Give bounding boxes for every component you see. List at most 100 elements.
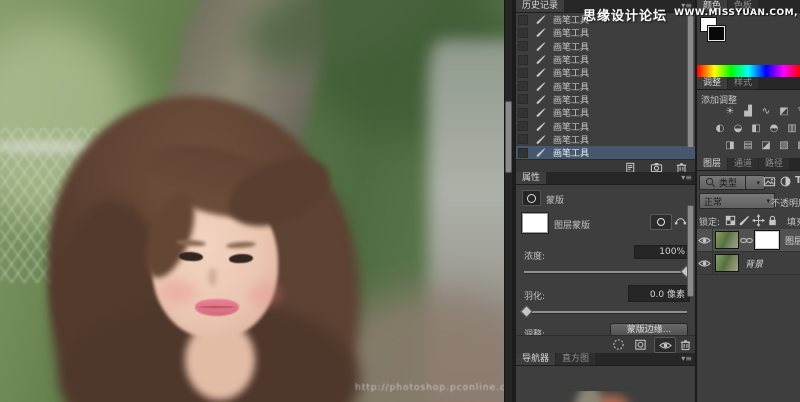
density-value-field[interactable]: 100%: [634, 245, 690, 259]
history-entry[interactable]: 画笔工具: [516, 26, 695, 39]
adjustment-channel-mixer-icon[interactable]: ▥: [785, 123, 799, 135]
brush-tool-icon: [535, 107, 547, 119]
tab-styles[interactable]: 样式: [728, 77, 759, 89]
adjustment-gradient-map-icon[interactable]: ▧: [777, 140, 791, 152]
layer-mask-thumbnail[interactable]: [522, 213, 548, 233]
history-brush-source-well[interactable]: [518, 94, 528, 105]
feather-slider-thumb[interactable]: [520, 305, 533, 318]
feather-slider[interactable]: [520, 305, 687, 318]
history-entry-label: 画笔工具: [553, 109, 590, 120]
properties-panel-menu-icon[interactable]: ▾≡: [681, 173, 692, 183]
adjustment-color-balance-icon[interactable]: ◒: [731, 123, 745, 135]
lock-position-icon[interactable]: [752, 214, 765, 227]
navigator-panel-menu-icon[interactable]: ▾≡: [681, 354, 692, 364]
canvas-scrollbar-thumb[interactable]: [505, 101, 512, 173]
history-scrollbar-thumb[interactable]: [687, 14, 694, 148]
color-spectrum-ramp[interactable]: [697, 65, 800, 77]
layer-filter-dropdown[interactable]: 类型: [699, 175, 751, 190]
history-brush-source-well[interactable]: [518, 27, 528, 38]
adjustment-invert-icon[interactable]: ◨: [723, 140, 737, 152]
lock-all-icon[interactable]: [766, 214, 779, 227]
woman-blush-left: [160, 280, 196, 304]
history-brush-source-well[interactable]: [518, 134, 528, 145]
filter-type-layers-icon[interactable]: T: [795, 175, 800, 186]
tab-history[interactable]: 历史记录: [516, 0, 565, 12]
brush-tool-icon: [535, 80, 547, 92]
tab-adjustments[interactable]: 调整: [697, 77, 728, 89]
history-entry[interactable]: 画笔工具: [516, 133, 695, 146]
opacity-label: 不透明度: [771, 199, 800, 209]
history-brush-source-well[interactable]: [518, 107, 528, 118]
disable-mask-toggle[interactable]: [654, 337, 676, 353]
tab-layers[interactable]: 图层: [697, 158, 728, 170]
history-brush-source-well[interactable]: [518, 81, 528, 92]
history-entry[interactable]: 画笔工具: [516, 79, 695, 93]
tab-channels[interactable]: 通道: [728, 158, 759, 170]
eye-icon: [698, 234, 711, 247]
adjustment-black-white-icon[interactable]: ◧: [749, 123, 763, 135]
filter-adjustment-layers-icon[interactable]: [779, 175, 792, 188]
filter-pixel-layers-icon[interactable]: [763, 175, 776, 188]
background-thumbnail[interactable]: [715, 254, 739, 272]
history-brush-source-well[interactable]: [518, 147, 528, 158]
history-brush-source-well[interactable]: [518, 67, 528, 78]
adjustment-posterize-icon[interactable]: ▤: [741, 140, 755, 152]
tab-navigator[interactable]: 导航器: [516, 353, 556, 365]
history-entry[interactable]: 画笔工具: [516, 66, 695, 79]
history-entry[interactable]: 画笔工具: [516, 53, 695, 66]
history-brush-source-well[interactable]: [518, 41, 528, 52]
navigator-panel: 导航器 直方图 ▾≡: [516, 353, 695, 402]
history-entry-label: 画笔工具: [553, 135, 590, 146]
history-brush-source-well[interactable]: [518, 121, 528, 132]
density-label: 浓度:: [524, 252, 546, 262]
layer-row-background[interactable]: 背景: [697, 252, 800, 275]
adjustment-vibrance-icon[interactable]: ▽: [795, 106, 800, 118]
layer1-visibility-toggle[interactable]: [697, 229, 713, 251]
history-entry[interactable]: 画笔工具: [516, 145, 695, 159]
feather-value-field[interactable]: 0.0 像素: [628, 285, 690, 302]
history-entry[interactable]: 画笔工具: [516, 93, 695, 106]
adjustment-photo-filter-icon[interactable]: ◓: [767, 123, 781, 135]
layer1-thumbnail[interactable]: [715, 231, 739, 249]
history-brush-source-well[interactable]: [518, 14, 528, 25]
lock-pixels-icon[interactable]: [738, 214, 751, 227]
mask-link-icon[interactable]: [740, 234, 753, 247]
history-entry-label: 画笔工具: [553, 42, 590, 53]
adjustment-levels-icon[interactable]: ▟: [741, 106, 755, 118]
background-visibility-toggle[interactable]: [697, 252, 713, 274]
properties-scrollbar-thumb[interactable]: [687, 205, 694, 297]
adjustment-curves-icon[interactable]: ∿: [759, 106, 773, 118]
lock-transparency-icon[interactable]: [724, 214, 737, 227]
pixel-mask-icon[interactable]: [650, 214, 672, 230]
adjustment-brightness-contrast-icon[interactable]: ☀: [723, 106, 737, 118]
layer-row-layer1[interactable]: 图层 1: [697, 229, 800, 252]
adjustment-selective-color-icon[interactable]: ▩: [795, 140, 800, 152]
load-selection-from-mask-icon[interactable]: [612, 338, 625, 351]
brush-tool-icon: [535, 147, 547, 159]
lock-label: 锁定:: [699, 218, 721, 228]
history-entry-label: 画笔工具: [553, 95, 590, 106]
blend-mode-dropdown[interactable]: 正常 ▾: [699, 193, 775, 209]
apply-mask-icon[interactable]: [634, 338, 647, 351]
adjustment-threshold-icon[interactable]: ◪: [759, 140, 773, 152]
history-entry[interactable]: 画笔工具: [516, 119, 695, 133]
delete-mask-icon[interactable]: [679, 338, 692, 351]
adjustment-exposure-icon[interactable]: ◩: [777, 106, 791, 118]
history-entry[interactable]: 画笔工具: [516, 40, 695, 53]
tab-properties[interactable]: 属性: [516, 172, 547, 184]
tab-paths[interactable]: 路径: [759, 158, 790, 170]
navigator-preview[interactable]: [517, 391, 694, 402]
history-entry-label: 画笔工具: [553, 82, 590, 93]
density-slider[interactable]: [524, 265, 693, 278]
background-color-swatch[interactable]: [708, 26, 725, 41]
vector-mask-icon[interactable]: [674, 214, 687, 227]
background-name[interactable]: 背景: [745, 257, 763, 270]
history-entry[interactable]: 画笔工具: [516, 106, 695, 119]
document-canvas[interactable]: http://photoshop.pconline.com.cn: [0, 0, 504, 402]
history-brush-source-well[interactable]: [518, 54, 528, 65]
tab-histogram[interactable]: 直方图: [556, 353, 596, 365]
layer1-name[interactable]: 图层 1: [785, 234, 800, 247]
layer1-mask-thumbnail[interactable]: [755, 231, 779, 249]
layer-filter-stepper[interactable]: ▾: [745, 175, 765, 190]
adjustment-hue-saturation-icon[interactable]: ◐: [713, 123, 727, 135]
